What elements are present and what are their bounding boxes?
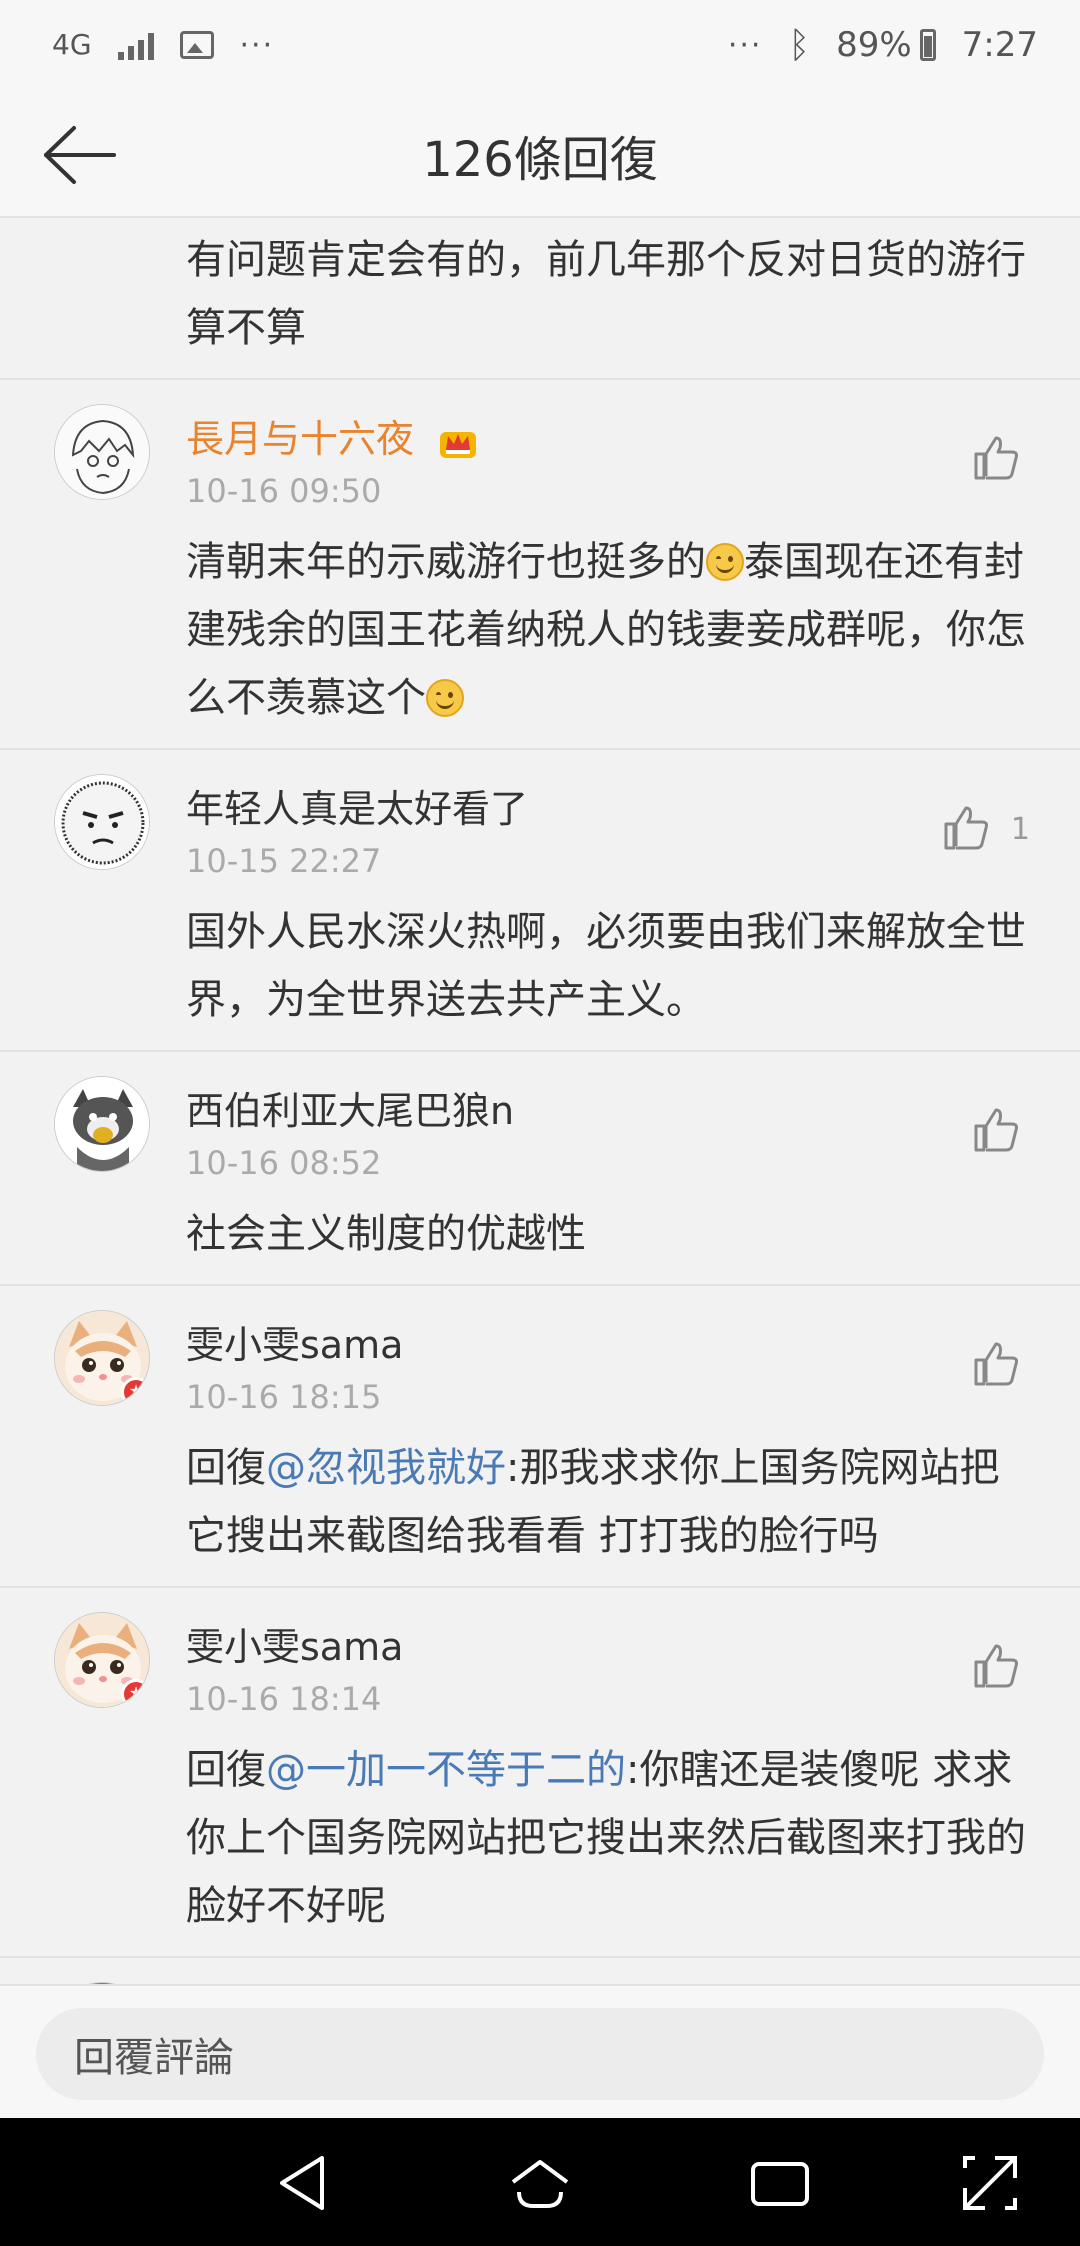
thumbs-up-icon (974, 1108, 1018, 1152)
avatar-image (55, 405, 149, 499)
thumbs-up-icon (974, 1342, 1018, 1386)
like-button[interactable] (972, 1106, 1020, 1154)
comment-item: ★ 雯小雯sama 10-16 18:15 回復@忽视我就好:那我求求你上国务院… (0, 1286, 1080, 1588)
nav-back-button[interactable] (270, 2148, 340, 2218)
comment-date: 10-16 18:15 (186, 1378, 382, 1416)
mention-link[interactable]: @忽视我就好 (266, 1445, 506, 1491)
more-icon: ··· (239, 27, 275, 63)
reply-input[interactable]: 回覆評論 (36, 2008, 1044, 2100)
thumbs-up-icon (944, 806, 988, 850)
nav-expand-button[interactable] (955, 2148, 1025, 2218)
smile-emoji-icon (706, 543, 744, 581)
comment-text: 社会主义制度的优越性 (186, 1211, 586, 1257)
like-button[interactable] (972, 1340, 1020, 1388)
battery-icon (919, 29, 936, 61)
username-text: 長月与十六夜 (186, 417, 415, 461)
app-header: 126條回復 (0, 90, 1080, 218)
reply-bar: 回覆評論 (0, 1984, 1080, 2118)
comment-text: 国外人民水深火热啊，必须要由我们来解放全世界，为全世界送去共产主义。 (186, 909, 1026, 1023)
battery-percent: 89% (836, 25, 912, 65)
comment-date: 10-16 09:50 (186, 472, 382, 510)
triangle-back-icon (280, 2156, 324, 2210)
comment-text: 回復@一加一不等于二的:你瞎还是装傻呢 求求你上个国务院网站把它搜出来然后截图来… (186, 1736, 1026, 1940)
comment-text-part: 清朝末年的示威游行也挺多的 (186, 539, 706, 585)
nav-recents-button[interactable] (745, 2148, 815, 2218)
nav-home-button[interactable] (505, 2148, 575, 2218)
comment-date: 10-16 08:52 (186, 1144, 382, 1182)
reply-prefix: 回復 (186, 1445, 266, 1491)
comment-text: 清朝末年的示威游行也挺多的 泰国现在还有封建残余的国王花着纳税人的钱妻妾成群呢，你… (186, 528, 1026, 732)
mention-link[interactable]: @一加一不等于二的 (266, 1747, 626, 1793)
clock: 7:27 (961, 25, 1038, 65)
comment-item: 長月与十六夜 10-16 09:50 清朝末年的示威游行也挺多的 泰国现在还有封建… (0, 380, 1080, 750)
avatar[interactable]: ★ (54, 1612, 150, 1708)
recents-icon (751, 2162, 809, 2206)
expand-icon (963, 2156, 1017, 2210)
avatar-image (55, 1077, 149, 1171)
comment-item: 有问题肯定会有的，前几年那个反对日货的游行算不算 (0, 218, 1080, 380)
comment-text: 有问题肯定会有的，前几年那个反对日货的游行算不算 (186, 237, 1026, 351)
page-title: 126條回復 (422, 132, 658, 188)
smile-emoji-icon (426, 679, 464, 717)
username[interactable]: 西伯利亚大尾巴狼n (186, 1080, 514, 1135)
comment-item: 年轻人真是太好看了 10-15 22:27 1 国外人民水深火热啊，必须要由我们… (0, 750, 1080, 1052)
comment-item: 西伯利亚大尾巴狼n 10-16 08:52 社会主义制度的优越性 (0, 1052, 1080, 1286)
comment-item (0, 1958, 1080, 1984)
avatar[interactable] (54, 1076, 150, 1172)
system-nav-bar (0, 2118, 1080, 2246)
avatar[interactable]: ★ (54, 1310, 150, 1406)
comment-date: 10-15 22:27 (186, 842, 382, 880)
username[interactable]: 雯小雯sama (186, 1314, 403, 1369)
avatar[interactable] (54, 774, 150, 870)
more-icon: ··· (727, 27, 763, 63)
image-icon (179, 31, 214, 59)
username[interactable]: 年轻人真是太好看了 (186, 778, 528, 833)
avatar-image (55, 775, 149, 869)
like-count: 1 (1010, 812, 1030, 847)
verified-badge-icon: ★ (121, 1679, 149, 1707)
like-button[interactable] (972, 434, 1020, 482)
username[interactable]: 雯小雯sama (186, 1616, 403, 1671)
avatar[interactable] (54, 404, 150, 500)
bluetooth-icon: ᛒ (788, 24, 811, 66)
comment-list[interactable]: 有问题肯定会有的，前几年那个反对日货的游行算不算 長月与十六夜 10-16 09… (0, 218, 1080, 1984)
like-button[interactable] (972, 1642, 1020, 1690)
verified-badge-icon: ★ (121, 1377, 149, 1405)
status-bar: 4G ··· ··· ᛒ 89% 7:27 (0, 0, 1080, 90)
comment-date: 10-16 18:14 (186, 1680, 382, 1718)
signal-icon (117, 30, 154, 60)
thumbs-up-icon (974, 436, 1018, 480)
reply-prefix: 回復 (186, 1747, 266, 1793)
comment-item: ★ 雯小雯sama 10-16 18:14 回復@一加一不等于二的:你瞎还是装傻… (0, 1588, 1080, 1958)
like-button[interactable] (942, 804, 990, 852)
comment-text: 回復@忽视我就好:那我求求你上国务院网站把它搜出来截图给我看看 打打我的脸行吗 (186, 1434, 1026, 1570)
network-type: 4G (52, 28, 92, 61)
username[interactable]: 長月与十六夜 (186, 408, 477, 463)
vip-crown-icon (438, 424, 477, 460)
thumbs-up-icon (974, 1644, 1018, 1688)
home-icon (511, 2160, 569, 2208)
